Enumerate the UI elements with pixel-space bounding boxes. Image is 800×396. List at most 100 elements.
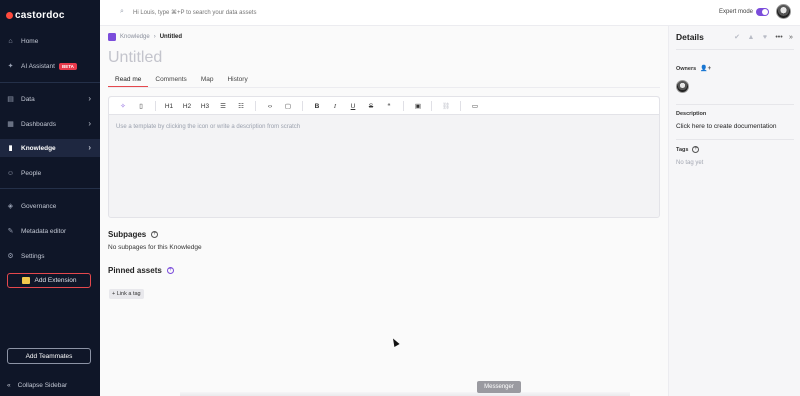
breadcrumb-current: Untitled bbox=[159, 34, 183, 40]
tags-empty-text: No tag yet bbox=[676, 160, 704, 166]
gear-icon: ⚙ bbox=[7, 253, 14, 260]
sidebar-item-label: Dashboards bbox=[21, 120, 57, 128]
castordoc-logo[interactable]: castordoc bbox=[6, 10, 65, 21]
warning-icon[interactable]: ▲ bbox=[747, 33, 755, 41]
heading-2-button[interactable]: H2 bbox=[182, 101, 192, 111]
editor-placeholder: Use a template by clicking the icon or w… bbox=[116, 124, 301, 130]
underline-button[interactable]: U bbox=[348, 101, 358, 111]
extension-icon bbox=[21, 277, 30, 284]
image-icon[interactable]: ▣ bbox=[413, 101, 423, 111]
chevron-right-icon: › bbox=[88, 119, 91, 128]
dashboard-icon: ▦ bbox=[7, 121, 14, 128]
book-icon: ▮ bbox=[8, 145, 13, 152]
sidebar-item-data[interactable]: ▤ Data › bbox=[0, 90, 100, 108]
sidebar-item-knowledge[interactable]: ▮ Knowledge › bbox=[0, 139, 100, 157]
create-documentation-link[interactable]: Click here to create documentation bbox=[676, 123, 776, 130]
double-chevron-right-icon[interactable]: » bbox=[787, 33, 795, 41]
search-input[interactable] bbox=[133, 7, 433, 18]
details-title: Details bbox=[676, 32, 704, 42]
add-subpage-icon[interactable]: + bbox=[151, 231, 159, 238]
page-title[interactable]: Untitled bbox=[108, 49, 162, 67]
breadcrumb: Knowledge › Untitled bbox=[108, 33, 182, 41]
mouse-cursor-icon bbox=[390, 337, 400, 347]
template-icon[interactable]: ▯ bbox=[136, 101, 146, 111]
database-icon: ▤ bbox=[7, 96, 14, 103]
embed-icon[interactable]: ▭ bbox=[470, 101, 480, 111]
more-icon[interactable]: ••• bbox=[775, 33, 783, 41]
toggle-knob bbox=[762, 9, 768, 15]
sidebar-item-label: Metadata editor bbox=[21, 227, 67, 235]
strikethrough-button[interactable]: S bbox=[366, 101, 376, 111]
sidebar-divider bbox=[0, 82, 100, 83]
tabs-divider bbox=[108, 87, 660, 88]
add-extension-button[interactable]: Add Extension bbox=[7, 273, 91, 288]
search-icon: ⌕ bbox=[120, 8, 124, 15]
sparkle-icon: ✦ bbox=[7, 63, 14, 70]
sidebar: castordoc ⌂ Home ✦ AI Assistant BETA ▤ D… bbox=[0, 0, 100, 396]
add-tag-icon[interactable]: + bbox=[692, 146, 700, 153]
toolbar-separator bbox=[403, 101, 404, 111]
description-label: Description bbox=[676, 111, 707, 117]
collapse-sidebar-button[interactable]: « Collapse Sidebar bbox=[7, 382, 67, 389]
subpages-section: Subpages + bbox=[108, 230, 159, 239]
top-bar: ⌕ Expert mode bbox=[100, 0, 800, 26]
add-teammates-button[interactable]: Add Teammates bbox=[7, 348, 91, 364]
logo-mark-icon bbox=[6, 12, 13, 19]
document-tabs: Read me Comments Map History bbox=[108, 72, 255, 87]
numbered-list-icon[interactable]: ☷ bbox=[236, 101, 246, 111]
sidebar-item-home[interactable]: ⌂ Home bbox=[0, 32, 100, 50]
sidebar-item-settings[interactable]: ⚙ Settings bbox=[0, 247, 100, 265]
owner-avatar[interactable] bbox=[676, 80, 689, 93]
sidebar-item-metadata-editor[interactable]: ✎ Metadata editor bbox=[0, 222, 100, 240]
editor-toolbar: ✧ ▯ H1 H2 H3 ☰ ☷ ‹› ▢ B I U S “ ▣ ⛓ ▭ bbox=[109, 97, 659, 115]
heading-3-button[interactable]: H3 bbox=[200, 101, 210, 111]
bold-button[interactable]: B bbox=[312, 101, 322, 111]
ai-sparkle-icon[interactable]: ✧ bbox=[118, 101, 128, 111]
sidebar-item-dashboards[interactable]: ▦ Dashboards › bbox=[0, 115, 100, 133]
breadcrumb-parent[interactable]: Knowledge bbox=[120, 34, 150, 40]
expert-mode-toggle[interactable] bbox=[756, 8, 769, 16]
verified-icon[interactable]: ✔ bbox=[733, 33, 741, 41]
bullet-list-icon[interactable]: ☰ bbox=[218, 101, 228, 111]
owners-label: Owners 👤+ bbox=[676, 65, 711, 73]
quote-button[interactable]: “ bbox=[384, 101, 394, 111]
messenger-button[interactable]: Messenger bbox=[477, 381, 521, 393]
sidebar-item-label: People bbox=[21, 169, 42, 177]
sidebar-item-ai-assistant[interactable]: ✦ AI Assistant BETA bbox=[0, 57, 100, 75]
add-pinned-asset-icon[interactable]: + bbox=[166, 267, 174, 274]
details-divider bbox=[676, 49, 794, 50]
toolbar-separator bbox=[255, 101, 256, 111]
shield-icon: ◈ bbox=[7, 203, 14, 210]
chevron-right-icon: › bbox=[153, 34, 156, 40]
knowledge-book-icon bbox=[108, 33, 116, 41]
sidebar-item-label: Settings bbox=[21, 252, 45, 260]
pinned-assets-title: Pinned assets bbox=[108, 266, 162, 275]
tab-map[interactable]: Map bbox=[194, 72, 221, 87]
italic-button[interactable]: I bbox=[330, 101, 340, 111]
tab-read-me[interactable]: Read me bbox=[108, 72, 149, 87]
link-icon[interactable]: ⛓ bbox=[441, 101, 451, 111]
sidebar-item-governance[interactable]: ◈ Governance bbox=[0, 197, 100, 215]
sidebar-item-label: Governance bbox=[21, 202, 57, 210]
chevron-right-icon: › bbox=[88, 143, 91, 152]
add-owner-icon[interactable]: 👤+ bbox=[700, 65, 711, 72]
subpages-empty-text: No subpages for this Knowledge bbox=[108, 244, 202, 251]
code-icon[interactable]: ‹› bbox=[265, 101, 275, 111]
home-icon: ⌂ bbox=[8, 37, 13, 45]
sidebar-item-people[interactable]: ☺ People bbox=[0, 164, 100, 182]
heart-icon[interactable]: ♥ bbox=[761, 33, 769, 41]
add-extension-label: Add Extension bbox=[34, 277, 77, 284]
pinned-assets-section: Pinned assets + bbox=[108, 266, 174, 275]
sidebar-item-label: AI Assistant bbox=[21, 62, 55, 70]
tab-history[interactable]: History bbox=[220, 72, 254, 87]
heading-1-button[interactable]: H1 bbox=[164, 101, 174, 111]
code-block-icon[interactable]: ▢ bbox=[283, 101, 293, 111]
sidebar-item-label: Data bbox=[21, 95, 35, 103]
tab-comments[interactable]: Comments bbox=[148, 72, 193, 87]
user-avatar[interactable] bbox=[776, 4, 791, 19]
toolbar-separator bbox=[155, 101, 156, 111]
rich-text-editor[interactable]: ✧ ▯ H1 H2 H3 ☰ ☷ ‹› ▢ B I U S “ ▣ ⛓ ▭ Us… bbox=[108, 96, 660, 218]
tags-label: Tags + bbox=[676, 146, 700, 153]
beta-badge: BETA bbox=[58, 62, 77, 70]
link-tag-button[interactable]: + Link a tag bbox=[109, 289, 144, 299]
